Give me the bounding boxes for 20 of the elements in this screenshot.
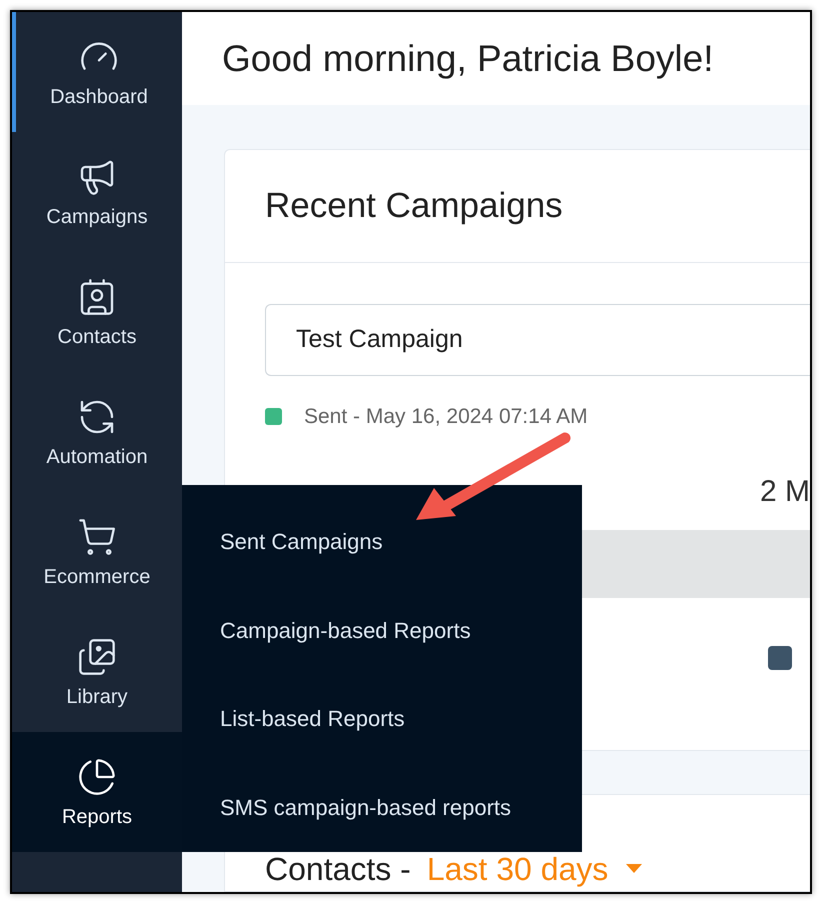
campaign-select[interactable]: Test Campaign [265, 304, 810, 376]
menu-item[interactable]: SMS campaign-based reports [182, 763, 582, 852]
sidebar-item[interactable]: Automation [12, 372, 182, 492]
caret-icon [626, 864, 642, 874]
sidebar-item[interactable]: Library [12, 612, 182, 732]
pie-chart-icon [77, 757, 117, 797]
metric-value: 2 M [760, 474, 810, 510]
greeting-heading: Good morning, Patricia Boyle! [222, 36, 714, 81]
sidebar-item[interactable]: Reports [12, 732, 182, 852]
sidebar-item[interactable]: Ecommerce [12, 492, 182, 612]
card-title: Recent Campaigns [265, 184, 563, 227]
cart-icon [77, 517, 117, 557]
status-text: Sent - May 16, 2024 07:14 AM [304, 404, 588, 430]
menu-item[interactable]: List-based Reports [182, 674, 582, 764]
card-title: Contacts - [265, 853, 411, 885]
sidebar-item[interactable]: Campaigns [12, 132, 182, 252]
menu-item[interactable]: Campaign-based Reports [182, 586, 582, 674]
menu-item[interactable]: Sent Campaigns [182, 497, 582, 586]
images-icon [77, 637, 117, 677]
sidebar-item[interactable]: Contacts [12, 252, 182, 372]
